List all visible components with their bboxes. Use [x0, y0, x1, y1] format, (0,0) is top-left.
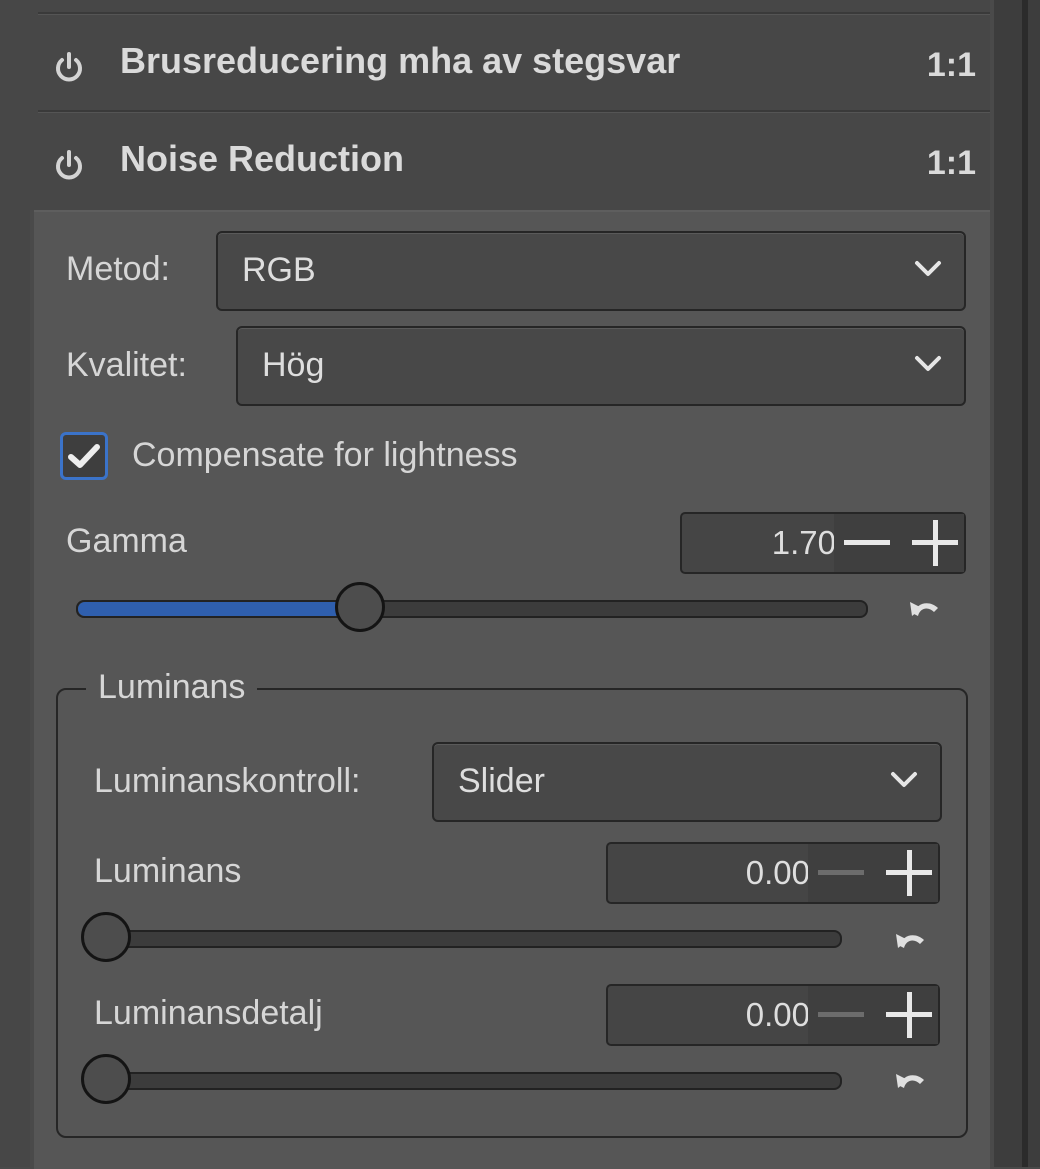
- reset-icon[interactable]: [906, 594, 942, 622]
- chevron-down-icon: [915, 261, 941, 276]
- method-dropdown[interactable]: RGB: [216, 231, 966, 311]
- chevron-down-icon: [915, 356, 941, 371]
- luminance-label: Luminans: [94, 852, 242, 890]
- scrollbar-track[interactable]: [1022, 0, 1028, 1167]
- luminance-group-legend: Luminans: [86, 668, 258, 707]
- panel-header-noise-reduction[interactable]: Noise Reduction 1:1: [30, 96, 990, 210]
- luminance-detail-slider-knob[interactable]: [81, 1054, 131, 1104]
- luminance-detail-stepper: [808, 986, 938, 1044]
- increment-button-vertical[interactable]: [907, 850, 912, 896]
- luminance-stepper: [808, 844, 938, 902]
- gamma-slider-track[interactable]: [76, 600, 868, 618]
- compensate-checkbox[interactable]: [60, 432, 108, 480]
- gamma-stepper: [834, 514, 964, 572]
- luminance-detail-spinbox[interactable]: 0.00: [606, 984, 940, 1046]
- luminance-detail-label: Luminansdetalj: [94, 994, 323, 1032]
- chevron-down-icon: [891, 772, 917, 787]
- luminance-slider-track[interactable]: [106, 930, 842, 948]
- panel-title: Noise Reduction: [120, 138, 405, 179]
- reset-icon[interactable]: [892, 926, 928, 954]
- panel-header-brusreducering[interactable]: Brusreducering mha av stegsvar 1:1: [30, 0, 990, 96]
- luminance-control-label: Luminanskontroll:: [94, 762, 361, 800]
- luminance-detail-value[interactable]: 0.00: [746, 996, 810, 1034]
- quality-value: Hög: [262, 346, 325, 384]
- method-label: Metod:: [66, 250, 170, 288]
- luminance-control-dropdown[interactable]: Slider: [432, 742, 942, 822]
- gamma-value[interactable]: 1.70: [772, 524, 836, 562]
- power-icon[interactable]: [52, 50, 86, 84]
- luminance-value[interactable]: 0.00: [746, 854, 810, 892]
- quality-dropdown[interactable]: Hög: [236, 326, 966, 406]
- decrement-button[interactable]: [818, 870, 864, 875]
- increment-button-vertical[interactable]: [933, 520, 938, 566]
- zoom-ratio-badge: 1:1: [926, 144, 976, 182]
- gamma-label: Gamma: [66, 522, 187, 560]
- luminance-control-value: Slider: [458, 762, 545, 800]
- reset-icon[interactable]: [892, 1066, 928, 1094]
- luminance-slider-knob[interactable]: [81, 912, 131, 962]
- panel-title: Brusreducering mha av stegsvar: [120, 40, 681, 81]
- gamma-slider-fill: [78, 602, 362, 616]
- scrollbar-area[interactable]: [994, 0, 1040, 1167]
- decrement-button[interactable]: [844, 540, 890, 545]
- power-icon[interactable]: [52, 148, 86, 182]
- gamma-slider-knob[interactable]: [335, 582, 385, 632]
- luminance-spinbox[interactable]: 0.00: [606, 842, 940, 904]
- zoom-ratio-badge: 1:1: [926, 46, 976, 84]
- compensate-label[interactable]: Compensate for lightness: [132, 436, 518, 475]
- decrement-button[interactable]: [818, 1012, 864, 1017]
- luminance-detail-slider-track[interactable]: [106, 1072, 842, 1090]
- method-value: RGB: [242, 251, 316, 289]
- outer-left-edge: [0, 0, 30, 1167]
- header-separator: [38, 110, 990, 113]
- checkmark-icon: [68, 444, 100, 468]
- increment-button-vertical[interactable]: [907, 992, 912, 1038]
- gamma-spinbox[interactable]: 1.70: [680, 512, 966, 574]
- header-separator: [38, 12, 990, 15]
- quality-label: Kvalitet:: [66, 346, 187, 384]
